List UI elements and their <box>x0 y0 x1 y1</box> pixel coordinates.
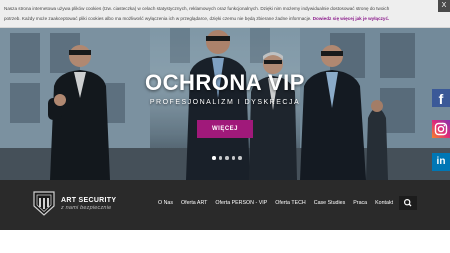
slider-dot[interactable] <box>225 156 229 160</box>
cookie-bar: Nasza strona internetowa używa plików co… <box>0 0 450 28</box>
slider-dot[interactable] <box>238 156 242 160</box>
instagram-icon[interactable] <box>432 120 450 138</box>
hero-subtitle: PROFESJONALIZM I DYSKRECJA <box>149 99 301 106</box>
search-button[interactable] <box>399 196 417 210</box>
slider-dot[interactable] <box>212 156 216 160</box>
hero-slider: OCHRONA VIP PROFESJONALIZM I DYSKRECJA W… <box>0 28 450 180</box>
menu-item-oferta-person-vip[interactable]: Oferta PERSON - VIP <box>215 200 267 206</box>
cookie-text-line1: Nasza strona internetowa używa plików co… <box>4 6 390 11</box>
cookie-text-line2: potrzeb. Każdy może zaakceptować pliki c… <box>4 15 312 21</box>
facebook-icon[interactable]: f <box>432 89 450 107</box>
menu-item-praca[interactable]: Praca <box>353 200 367 206</box>
page-content-area <box>0 230 450 253</box>
hero-title: OCHRONA VIP <box>145 70 305 95</box>
page: Nasza strona internetowa używa plików co… <box>0 0 450 253</box>
menu-item-o-nas[interactable]: O Nas <box>158 200 173 206</box>
cookie-info-link[interactable]: Dowiedz się więcej jak je wyłączyć. <box>313 16 390 21</box>
slider-dot[interactable] <box>231 156 235 160</box>
brand-tagline: z nami bezpiecznie <box>61 205 112 211</box>
slider-dots <box>212 156 242 160</box>
instagram-glyph <box>434 122 448 136</box>
menu-item-oferta-art[interactable]: Oferta ART <box>181 200 207 206</box>
slider-dot[interactable] <box>218 156 222 160</box>
menu-item-kontakt[interactable]: Kontakt <box>375 200 393 206</box>
art-security-logo[interactable] <box>32 190 56 216</box>
search-icon <box>403 198 412 207</box>
hero-more-button[interactable]: WIĘCEJ <box>197 120 253 138</box>
cookie-text: Nasza strona internetowa używa plików co… <box>4 4 424 23</box>
linkedin-icon[interactable]: in <box>432 153 450 171</box>
main-menu: O Nas Oferta ART Oferta PERSON - VIP Ofe… <box>158 200 393 206</box>
brand-name: ART SECURITY <box>61 197 117 204</box>
menu-item-oferta-tech[interactable]: Oferta TECH <box>275 200 306 206</box>
menu-item-case-studies[interactable]: Case Studies <box>314 200 346 206</box>
cookie-close-button[interactable]: X <box>438 0 450 12</box>
